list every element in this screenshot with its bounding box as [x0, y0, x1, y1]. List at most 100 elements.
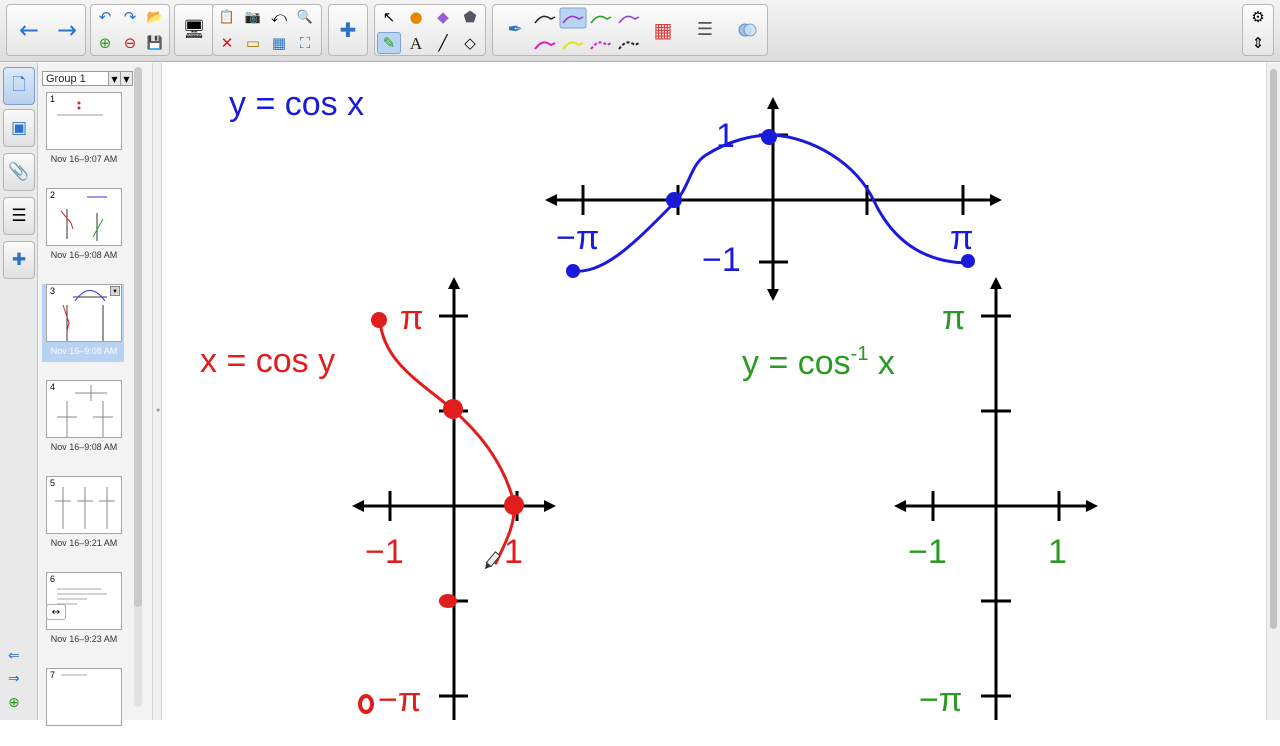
cos-point-max — [761, 129, 777, 145]
screen-shade-icon[interactable]: ▭ — [241, 32, 265, 54]
back-arrow-icon[interactable]: ← — [11, 8, 47, 52]
page-sorter-tab-icon[interactable]: 🗋 — [3, 67, 35, 105]
attachments-tab-icon[interactable]: 📎 — [3, 153, 35, 191]
page-thumbnail-5[interactable]: 5 Nov 16–9:21 AM — [42, 476, 124, 554]
sorter-scrollbar[interactable] — [134, 67, 142, 707]
page-thumbnail-1[interactable]: 1 Nov 16–9:07 AM — [42, 92, 124, 170]
gallery-tab-icon[interactable]: ▣ — [3, 109, 35, 147]
previous-page-icon[interactable]: ⇐ — [8, 648, 20, 664]
xcosy-label-1: 1 — [504, 533, 523, 571]
whiteboard-canvas[interactable]: y = cos x 1 −1 −π π x = cos y π −1 1 −π … — [162, 63, 1266, 720]
pen-swatch-magenta[interactable] — [534, 41, 556, 50]
settings-gear-icon[interactable]: ⚙ — [1246, 6, 1270, 28]
thumbnail-image: 4 — [46, 380, 122, 438]
panel-splitter[interactable]: ● — [152, 63, 162, 720]
thumbnail-menu-icon[interactable]: ▼ — [110, 286, 120, 296]
sorter-scroll-thumb[interactable] — [134, 67, 142, 607]
thumbnail-number: 7 — [50, 670, 56, 680]
screen-icon[interactable]: 🖥 — [176, 8, 212, 52]
arccos-title-sup: -1 — [850, 343, 869, 365]
thumbnail-preview — [57, 385, 113, 437]
pen-swatch-blue[interactable] — [559, 7, 587, 29]
properties-tab-icon[interactable]: ☰ — [3, 197, 35, 235]
delete-page-icon[interactable]: ⊖ — [118, 32, 142, 54]
pens-icon[interactable]: ✎ — [377, 32, 401, 54]
side-tab-bar: 🗋 ▣ 📎 ☰ ✚ ⇐ ⇒ ⊕ — [0, 63, 38, 720]
pen-swatch-purple[interactable] — [618, 15, 640, 24]
text-icon[interactable]: A — [404, 32, 428, 54]
select-arrow-icon[interactable]: ↖ — [377, 6, 401, 28]
eraser-tool-icon[interactable]: ◇ — [458, 32, 482, 54]
addons-tab-icon[interactable]: ✚ — [3, 241, 35, 279]
redo-icon[interactable]: ↷ — [118, 6, 142, 28]
shapes-icon[interactable]: ● — [404, 6, 428, 28]
save-icon[interactable]: 💾 — [143, 32, 167, 54]
thumbnail-image: 2 — [46, 188, 122, 246]
cos-label-pi: π — [950, 219, 974, 257]
shade-icon[interactable]: ⤺ — [267, 6, 291, 28]
cos-axes — [545, 97, 1002, 301]
page-thumbnail-7[interactable]: 7 — [42, 668, 124, 746]
thumbnail-preview — [61, 674, 87, 676]
undo-icon[interactable]: ↶ — [93, 6, 117, 28]
cos-point-zero — [666, 192, 682, 208]
thumbnail-preview — [60, 196, 107, 241]
cos-label-negpi: −π — [556, 219, 600, 257]
thumbnail-image: 6 — [46, 572, 122, 630]
line-properties-icon[interactable]: ☰ — [687, 8, 723, 52]
color-palette-icon[interactable]: ▦ — [645, 8, 681, 52]
cos-title: y = cos x — [229, 85, 365, 123]
xcosy-axes — [352, 277, 556, 720]
paste-icon[interactable]: 📋 — [215, 6, 239, 28]
thumbnail-caption: Nov 16–9:08 AM — [50, 346, 118, 356]
thumbnail-image: 5 — [46, 476, 122, 534]
expand-sorter-icon[interactable]: ↔ — [46, 604, 66, 620]
line-icon[interactable]: ╱ — [431, 32, 455, 54]
magic-pen-icon[interactable]: 🔍 — [293, 6, 317, 28]
thumbnail-preview — [57, 101, 103, 116]
eraser-icon[interactable]: ◆ — [431, 6, 455, 28]
forward-arrow-icon[interactable]: → — [49, 8, 85, 52]
transparency-icon[interactable] — [729, 8, 765, 52]
add-page-small-icon[interactable]: ⊕ — [8, 695, 20, 711]
thumbnail-preview — [57, 588, 107, 605]
xcosy-point-top — [371, 312, 387, 328]
cos-point-left — [566, 264, 580, 278]
thumbnail-caption: Nov 16–9:08 AM — [50, 442, 118, 452]
table-icon[interactable]: ▦ — [267, 32, 291, 54]
edit-group: 📋 📷 ⤺ 🔍 ✕ ▭ ▦ ⛶ — [212, 4, 322, 56]
pen-group: ✒ ▦ ☰ — [492, 4, 768, 56]
pen-swatch-yellow[interactable] — [562, 41, 584, 50]
thumbnail-number: 3 — [50, 286, 56, 296]
pen-swatch-black[interactable] — [534, 15, 556, 24]
xcosy-point-low — [439, 594, 457, 608]
addons-group: ✚ — [328, 4, 368, 56]
dual-toolbar-icon[interactable]: ⇕ — [1246, 32, 1270, 54]
add-page-icon[interactable]: ⊕ — [93, 32, 117, 54]
arccos-title-x: x — [877, 344, 895, 382]
page-thumbnail-4[interactable]: 4 Nov 16–9:08 AM — [42, 380, 124, 458]
pen-swatch-green[interactable] — [590, 15, 612, 24]
screenshot-icon[interactable]: 📷 — [241, 6, 265, 28]
delete-icon[interactable]: ✕ — [215, 32, 239, 54]
group-menu-icon[interactable]: ▼ — [120, 71, 133, 86]
open-file-icon[interactable]: 📂 — [143, 6, 167, 28]
splitter-grip[interactable]: ● — [156, 407, 160, 414]
canvas-scrollbar[interactable] — [1266, 63, 1280, 720]
page-thumbnail-2[interactable]: 2 Nov 16–9:08 AM — [42, 188, 124, 266]
addons-puzzle-icon[interactable]: ✚ — [330, 8, 366, 52]
cos-curve — [568, 133, 972, 273]
pen-swatch-dashed[interactable] — [590, 41, 612, 50]
page-thumbnail-3[interactable]: 3 ▼ Nov 16–9:08 AM — [42, 284, 124, 362]
xcosy-label-negpi: −π — [378, 681, 422, 719]
pen-style-swatches — [534, 7, 640, 50]
next-page-icon[interactable]: ⇒ — [8, 671, 20, 687]
thumbnail-number: 5 — [50, 478, 56, 488]
xcosy-point-bottom — [358, 694, 374, 714]
fullscreen-icon[interactable]: ⛶ — [293, 32, 317, 54]
pen-swatch-dashed-black[interactable] — [618, 41, 640, 50]
canvas-scroll-thumb[interactable] — [1270, 69, 1277, 629]
arccos-label-pi: π — [942, 299, 966, 337]
pen-type-icon[interactable]: ✒ — [497, 8, 533, 52]
fill-icon[interactable]: ⬟ — [458, 6, 482, 28]
